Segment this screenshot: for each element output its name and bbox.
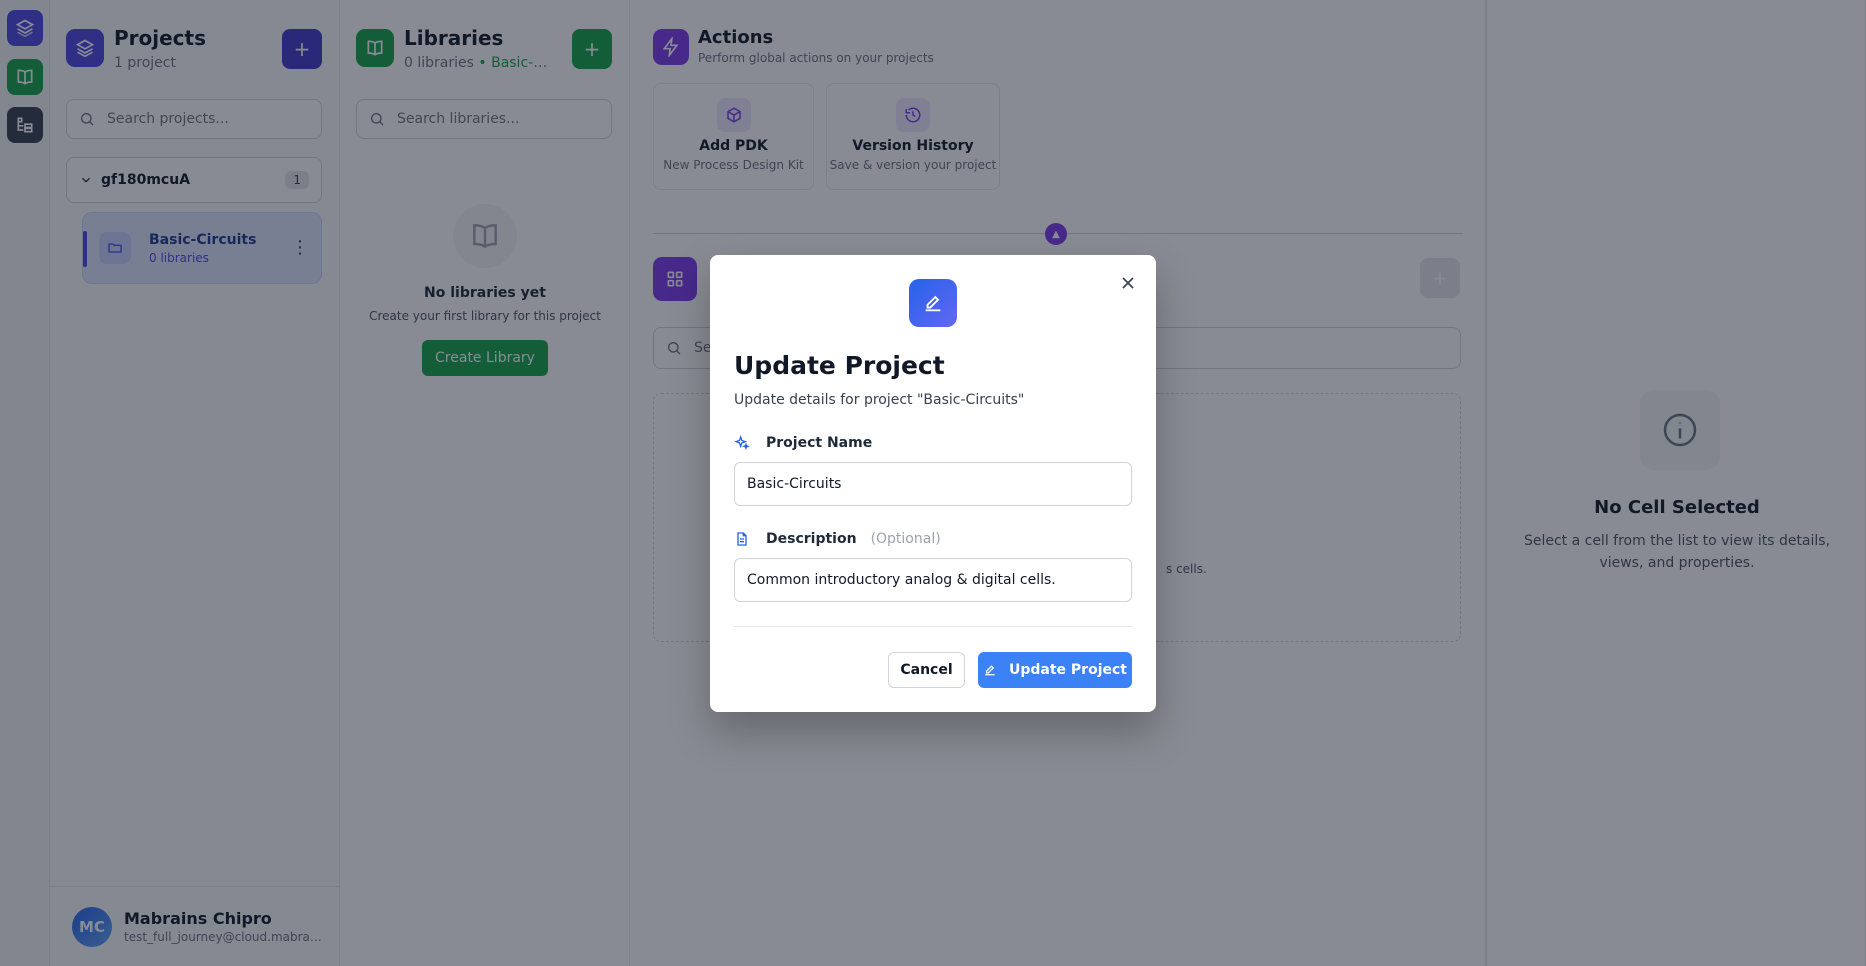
project-name-label: Project Name (734, 435, 872, 451)
update-project-dialog: Update Project Update details for projec… (710, 255, 1156, 712)
document-icon (737, 532, 747, 546)
cancel-button[interactable]: Cancel (888, 652, 965, 688)
edit-icon (909, 279, 957, 327)
edit-icon (985, 665, 995, 676)
update-project-button[interactable]: Update Project (978, 652, 1132, 688)
update-project-button-label: Update Project (1009, 662, 1127, 678)
close-icon[interactable] (1116, 271, 1140, 295)
project-name-label-text: Project Name (766, 435, 873, 451)
dialog-divider (734, 626, 1132, 627)
sparkles-icon (734, 435, 750, 451)
description-label: Description (Optional) (734, 531, 941, 547)
description-label-text: Description (766, 531, 857, 547)
dialog-title: Update Project (734, 351, 945, 380)
project-name-input[interactable] (734, 462, 1132, 506)
optional-tag: (Optional) (870, 531, 941, 547)
description-input[interactable] (734, 558, 1132, 602)
dialog-subtitle: Update details for project "Basic-Circui… (734, 392, 1025, 408)
